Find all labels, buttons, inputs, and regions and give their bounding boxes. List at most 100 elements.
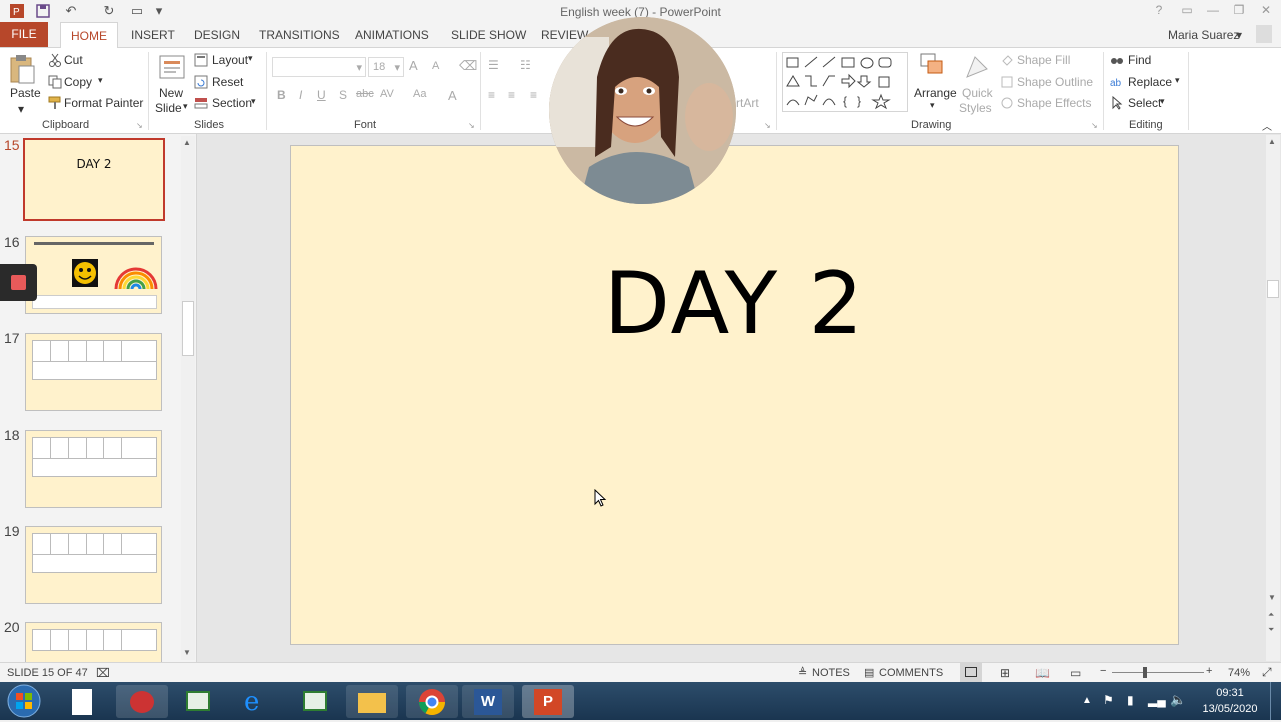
slide-show-icon[interactable]: ▭ [1070,666,1081,680]
drawing-launcher-icon[interactable]: ↘ [1091,121,1098,130]
battery-icon[interactable]: ▮ [1127,693,1134,707]
zoom-in-icon[interactable]: + [1206,665,1212,677]
arrange-button[interactable]: Arrange [914,86,957,100]
spell-check-icon[interactable]: ⌧ [96,666,110,680]
network-icon[interactable]: ▂▄ [1148,693,1166,707]
notes-icon[interactable]: ≜ [798,666,807,679]
zoom-level[interactable]: 74% [1228,667,1250,679]
font-size-combo[interactable]: 18 ▾ [368,57,404,77]
minimize-button[interactable]: — [1202,3,1224,19]
clipboard-launcher-icon[interactable]: ↘ [136,121,143,130]
taskbar-file-icon[interactable] [56,685,108,718]
normal-view-icon[interactable] [960,663,982,682]
layout-chevron-icon[interactable]: ▾ [248,53,253,64]
align-left-icon[interactable]: ≡ [488,88,495,102]
layout-button[interactable]: Layout [212,53,248,67]
tab-animations[interactable]: ANIMATIONS [355,28,429,42]
user-name[interactable]: Maria Suarez [1168,28,1239,42]
bold-icon[interactable]: B [277,88,286,102]
convert-to-smartart-label[interactable]: rtArt [736,96,759,110]
taskbar-snipping-tool-icon[interactable] [116,685,168,718]
fit-slide-icon[interactable]: ⤢ [1262,665,1272,680]
decrease-font-size-icon[interactable]: A [432,60,439,72]
replace-button[interactable]: Replace [1128,75,1172,89]
show-desktop-button[interactable] [1270,682,1281,720]
tab-transitions[interactable]: TRANSITIONS [259,28,340,42]
slide-scrollbar[interactable]: ▲ ▼ ⏶ ⏷ [1266,135,1280,661]
slide-thumbnail-19[interactable] [25,526,162,604]
numbering-icon[interactable]: ☷ [520,58,531,72]
zoom-slider-thumb[interactable] [1143,667,1147,678]
help-icon[interactable]: ? [1148,3,1170,19]
shape-outline-button[interactable]: Shape Outline [1017,75,1093,89]
copy-chevron-icon[interactable]: ▾ [98,75,103,86]
shape-fill-icon[interactable] [1000,53,1014,67]
format-painter-icon[interactable] [48,96,62,110]
shape-effects-icon[interactable] [1000,96,1014,110]
thumbnail-scrollbar[interactable]: ▲ ▼ [181,136,195,660]
text-shadow-icon[interactable]: S [339,88,347,102]
scroll-up-icon[interactable]: ▲ [183,138,191,147]
slide-thumbnail-18[interactable] [25,430,162,508]
clear-formatting-icon[interactable]: ⌫ [459,58,477,74]
taskbar-app-icon[interactable] [289,685,341,718]
character-spacing-icon[interactable]: AV [380,88,394,100]
comments-button[interactable]: COMMENTS [879,667,943,679]
collapse-ribbon-icon[interactable]: ︿ [1262,118,1272,133]
new-slide-chevron-icon[interactable]: ▾ [183,101,188,112]
clock-time[interactable]: 09:31 [1210,687,1250,699]
tab-file[interactable]: FILE [0,22,48,47]
reset-icon[interactable] [194,75,208,89]
close-button[interactable]: ✕ [1255,3,1277,19]
taskbar-internet-explorer-icon[interactable]: e [232,685,284,718]
notes-button[interactable]: NOTES [812,667,850,679]
slide-counter[interactable]: SLIDE 15 OF 47 [7,667,88,679]
slide-thumbnail-20[interactable] [25,622,162,662]
center-icon[interactable]: ≡ [508,88,515,102]
new-slide-icon[interactable] [158,52,186,82]
shape-effects-button[interactable]: Shape Effects [1017,96,1092,110]
bullets-icon[interactable]: ☰ [488,58,499,72]
select-icon[interactable] [1110,95,1124,110]
start-button[interactable] [4,683,44,719]
scrollbar-thumb[interactable] [1267,280,1279,298]
italic-icon[interactable]: I [299,88,302,102]
current-slide[interactable]: DAY 2 [290,145,1179,645]
reset-button[interactable]: Reset [212,75,243,89]
quick-styles-label-1[interactable]: Quick [962,86,993,100]
tab-home[interactable]: HOME [60,22,118,49]
paste-button[interactable]: Paste [10,86,41,100]
cut-button[interactable]: Cut [64,53,83,67]
taskbar-app-icon[interactable] [172,685,224,718]
section-chevron-icon[interactable]: ▾ [251,96,256,107]
replace-icon[interactable]: ab [1110,75,1124,89]
arrange-icon[interactable] [919,52,947,82]
slide-thumbnail-16[interactable] [25,236,162,314]
scroll-down-icon[interactable]: ▼ [1268,593,1276,602]
next-slide-icon[interactable]: ⏷ [1268,625,1274,635]
section-button[interactable]: Section [212,96,252,110]
format-painter-button[interactable]: Format Painter [64,96,143,110]
align-right-icon[interactable]: ≡ [530,88,537,102]
font-name-combo[interactable]: ▾ [272,57,366,77]
ribbon-display-options-icon[interactable]: ▭ [1176,3,1198,19]
replace-chevron-icon[interactable]: ▾ [1175,75,1180,86]
underline-icon[interactable]: U [317,88,326,102]
paste-chevron-icon[interactable]: ▾ [18,102,24,116]
clock-date[interactable]: 13/05/2020 [1200,703,1260,715]
previous-slide-icon[interactable]: ⏶ [1268,610,1274,620]
reading-view-icon[interactable]: 📖 [1035,666,1050,680]
paste-icon[interactable] [8,54,36,84]
slide-sorter-icon[interactable]: ⊞ [1000,666,1010,680]
find-icon[interactable] [1110,53,1124,67]
record-stop-button[interactable] [0,264,37,301]
comments-icon[interactable]: ▤ [864,666,874,679]
shape-outline-icon[interactable] [1000,75,1014,89]
font-color-icon[interactable]: A [448,88,457,103]
action-center-icon[interactable]: ⚑ [1103,693,1114,707]
scroll-up-icon[interactable]: ▲ [1268,137,1276,146]
quick-styles-icon[interactable] [963,53,991,81]
select-button[interactable]: Select [1128,96,1161,110]
slide-title[interactable]: DAY 2 [291,254,1178,354]
copy-button[interactable]: Copy [64,75,92,89]
